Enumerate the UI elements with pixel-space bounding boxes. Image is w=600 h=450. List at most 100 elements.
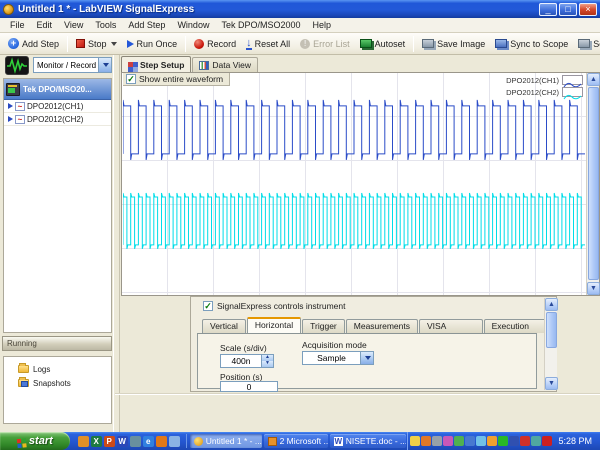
tab-trigger[interactable]: Trigger [302, 319, 345, 333]
tab-data-view[interactable]: Data View [192, 57, 258, 72]
scale-value[interactable]: 400n [221, 355, 261, 367]
tab-vertical[interactable]: Vertical [202, 319, 246, 333]
scroll-up-icon[interactable]: ▲ [545, 298, 558, 311]
tray-app-blue-icon[interactable] [465, 436, 475, 446]
scale-label: Scale (s/div) [220, 343, 267, 353]
tab-horizontal[interactable]: Horizontal [247, 317, 301, 333]
menu-help[interactable]: Help [306, 19, 337, 31]
add-step-icon: + [8, 38, 19, 49]
menu-view[interactable]: View [58, 19, 89, 31]
show-entire-waveform-control: ✓ Show entire waveform [123, 73, 230, 86]
tray-network-icon[interactable] [498, 436, 508, 446]
tray-update-icon[interactable] [487, 436, 497, 446]
tray-app-lightblue-icon[interactable] [476, 436, 486, 446]
menu-bar: File Edit View Tools Add Step Window Tek… [0, 18, 600, 33]
mode-dropdown[interactable]: Monitor / Record [33, 57, 112, 73]
horizontal-tab-page: Scale (s/div) 400n ▲ ▼ Acquisition mode … [197, 333, 537, 389]
spin-down-icon[interactable]: ▼ [262, 361, 273, 367]
quick-launch-powerpoint-icon[interactable]: P [104, 436, 115, 447]
tray-app-green-icon[interactable] [454, 436, 464, 446]
menu-window[interactable]: Window [171, 19, 215, 31]
close-button[interactable]: × [579, 3, 597, 16]
menu-edit[interactable]: Edit [31, 19, 59, 31]
main-area: Monitor / Record Tek DPO/MSO20... ~ DPO2… [0, 55, 600, 432]
acquisition-mode-combo[interactable]: Sample [302, 351, 374, 365]
scale-spinner[interactable]: 400n ▲ ▼ [220, 354, 274, 368]
resource-snapshots[interactable]: Snapshots [4, 376, 111, 390]
tray-app-orange-icon[interactable] [421, 436, 431, 446]
tree-channel-ch2[interactable]: ~ DPO2012(CH2) [4, 113, 111, 126]
scroll-down-icon[interactable]: ▼ [545, 377, 558, 390]
position-input[interactable]: 0 [220, 381, 278, 392]
menu-tools[interactable]: Tools [89, 19, 122, 31]
chevron-down-icon [365, 356, 371, 360]
tree-device-node[interactable]: Tek DPO/MSO20... [4, 79, 111, 100]
graph-vertical-scrollbar[interactable]: ▲ ▼ [586, 73, 599, 295]
panel-vertical-scrollbar[interactable]: ▲ ▼ [544, 298, 557, 390]
legend-swatch-ch1 [562, 75, 583, 85]
tray-ati-icon[interactable] [542, 436, 552, 446]
tray-app-gray-icon[interactable] [432, 436, 442, 446]
menu-add-step[interactable]: Add Step [122, 19, 171, 31]
toolbar-separator [67, 36, 68, 52]
acquisition-mode-dropdown-button[interactable] [360, 352, 373, 364]
stop-button[interactable]: Stop [72, 37, 121, 51]
autoset-button[interactable]: Autoset [356, 37, 410, 51]
save-image-button[interactable]: Save Image [418, 37, 489, 51]
tree-channel-label: DPO2012(CH1) [27, 102, 83, 111]
error-list-icon: ! [300, 39, 310, 49]
snapshots-folder-icon [18, 379, 29, 387]
scope-utilities-icon [578, 39, 590, 48]
scroll-down-icon[interactable]: ▼ [587, 282, 600, 295]
taskbar-window-signalexpress[interactable]: Untitled 1 * - ... [190, 434, 262, 448]
title-bar[interactable]: Untitled 1 * - LabVIEW SignalExpress _ □… [0, 0, 600, 18]
restore-button[interactable]: □ [559, 3, 577, 16]
stop-dropdown-caret[interactable] [111, 42, 117, 46]
tray-app-navy-icon[interactable] [509, 436, 519, 446]
reset-all-button[interactable]: ↓ Reset All [242, 36, 294, 52]
quick-launch-msn-icon[interactable] [169, 436, 180, 447]
tray-app-teal-icon[interactable] [531, 436, 541, 446]
quick-launch-word-icon[interactable]: W [117, 436, 128, 447]
quick-launch-ie-icon[interactable]: e [143, 436, 154, 447]
legend-item-ch2[interactable]: DPO2012(CH2) [506, 87, 583, 97]
scroll-up-icon[interactable]: ▲ [587, 73, 600, 86]
quick-launch-firefox-icon[interactable] [156, 436, 167, 447]
taskbar-window-nisete-doc[interactable]: W NISETE.doc - ... [330, 434, 407, 448]
minimize-button[interactable]: _ [539, 3, 557, 16]
menu-file[interactable]: File [4, 19, 31, 31]
error-list-button: ! Error List [296, 37, 354, 51]
record-button[interactable]: Record [190, 37, 240, 51]
tray-antivirus-icon[interactable] [520, 436, 530, 446]
run-once-button[interactable]: Run Once [123, 37, 182, 51]
tree-device-label: Tek DPO/MSO20... [23, 85, 92, 94]
tab-measurements[interactable]: Measurements [346, 319, 418, 333]
tab-visa-resource[interactable]: VISA Resource [419, 319, 483, 333]
controls-instrument-checkbox[interactable]: ✓ [203, 301, 213, 311]
taskbar-group-microsoft[interactable]: 2 Microsoft ... [264, 434, 328, 448]
add-step-button[interactable]: + Add Step [4, 36, 63, 51]
sync-to-scope-button[interactable]: Sync to Scope [491, 37, 572, 51]
system-tray: 5:28 PM [407, 432, 600, 450]
taskbar-separator [186, 434, 187, 448]
tray-app-magenta-icon[interactable] [443, 436, 453, 446]
panel-scrollbar-thumb[interactable] [546, 312, 557, 348]
legend-item-ch1[interactable]: DPO2012(CH1) [506, 75, 583, 85]
quick-launch-app-icon[interactable] [130, 436, 141, 447]
graph-scrollbar-thumb[interactable] [588, 87, 599, 280]
menu-tek-dpo-mso2000[interactable]: Tek DPO/MSO2000 [215, 19, 306, 31]
tray-mail-icon[interactable] [410, 436, 420, 446]
sidebar-splitter[interactable] [113, 55, 120, 432]
resource-logs[interactable]: Logs [4, 362, 111, 376]
tab-step-setup[interactable]: Step Setup [121, 56, 191, 72]
workspace-tabstrip: Step Setup Data View [121, 56, 258, 72]
taskbar-clock[interactable]: 5:28 PM [553, 436, 596, 446]
tree-channel-ch1[interactable]: ~ DPO2012(CH1) [4, 100, 111, 113]
quick-launch-excel-icon[interactable]: X [91, 436, 102, 447]
waveform-icon: ~ [15, 115, 25, 124]
quick-launch-outlook-icon[interactable] [78, 436, 89, 447]
mode-dropdown-button[interactable] [98, 58, 111, 72]
start-button[interactable]: start [0, 432, 70, 450]
scope-utilities-button[interactable]: Scope Utilities [574, 37, 600, 51]
show-entire-waveform-checkbox[interactable]: ✓ [126, 74, 136, 84]
